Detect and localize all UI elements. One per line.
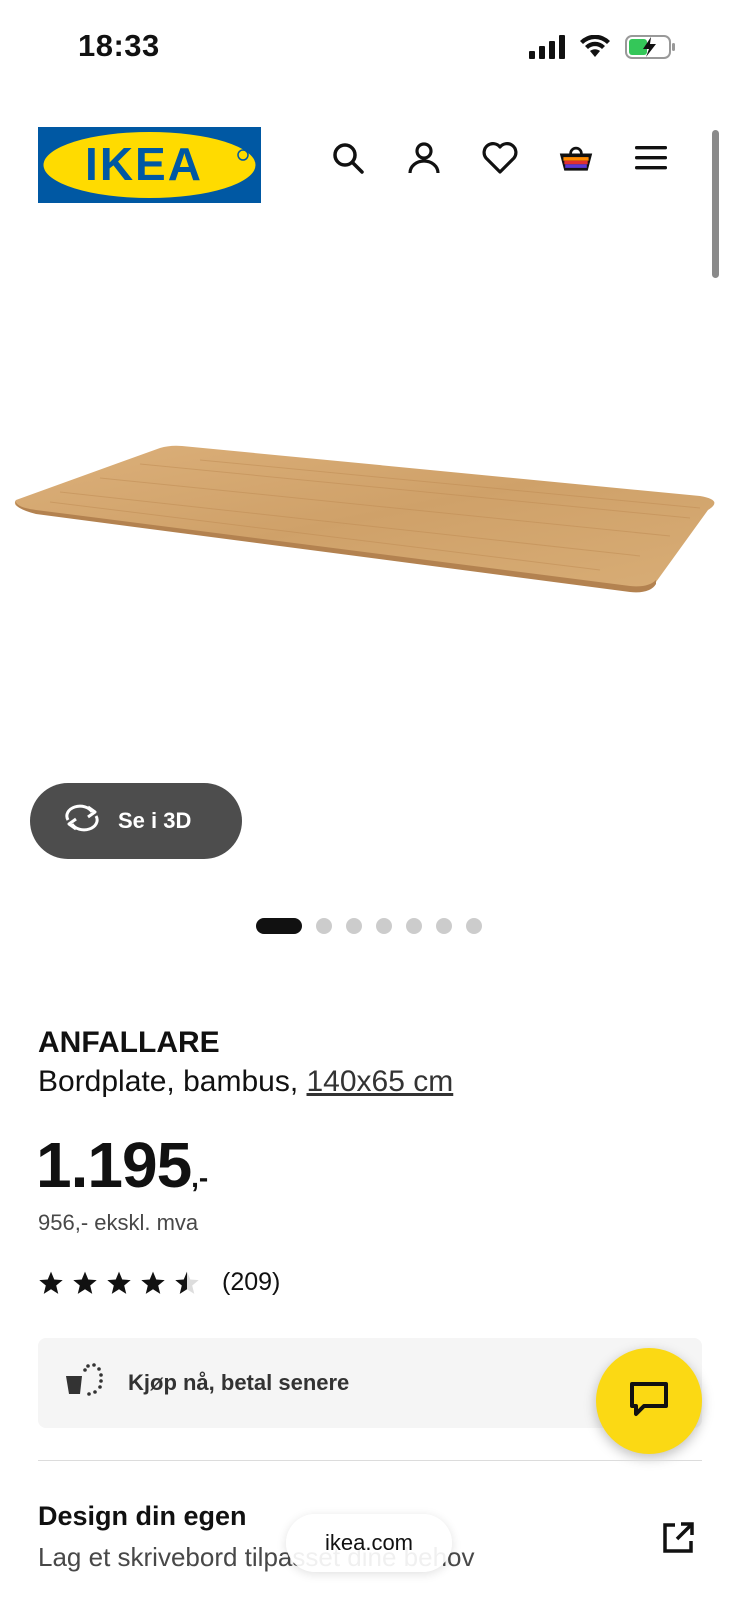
price-amount: 1.195	[36, 1129, 192, 1201]
product-name: ANFALLARE	[38, 1026, 220, 1059]
rotate-3d-icon	[62, 804, 102, 838]
signal-icon	[529, 35, 565, 64]
star-icon	[73, 1271, 97, 1294]
payment-icon	[64, 1362, 104, 1404]
basket-icon[interactable]	[558, 140, 594, 176]
wifi-icon	[579, 34, 611, 64]
page-scrollbar[interactable]	[712, 130, 719, 278]
pay-later-label: Kjøp nå, betal senere	[128, 1370, 350, 1395]
external-link-icon[interactable]	[660, 1520, 696, 1556]
header-nav	[330, 140, 670, 176]
product-size-link[interactable]: 140x65 cm	[307, 1065, 454, 1098]
star-icon	[107, 1271, 131, 1294]
search-icon[interactable]	[330, 140, 366, 176]
chat-button[interactable]	[596, 1348, 702, 1454]
svg-text:IKEA: IKEA	[85, 138, 203, 190]
price-ex-vat: 956,- ekskl. mva	[38, 1210, 199, 1235]
ikea-logo[interactable]: IKEA	[38, 127, 261, 203]
rating-count: (209)	[222, 1268, 281, 1296]
carousel-dot[interactable]	[466, 918, 482, 934]
url-text: ikea.com	[324, 1530, 414, 1555]
carousel-dots	[256, 918, 482, 934]
carousel-dot[interactable]	[346, 918, 362, 934]
status-time: 18:33	[78, 28, 160, 63]
star-icon	[39, 1271, 63, 1294]
product-description: Bordplate, bambus, 140x65 cm	[38, 1065, 453, 1099]
chat-icon	[627, 1379, 671, 1424]
carousel-dot[interactable]	[316, 918, 332, 934]
heart-icon[interactable]	[482, 140, 518, 176]
battery-charging-icon	[625, 34, 677, 65]
view-3d-label: Se i 3D	[118, 808, 192, 833]
account-icon[interactable]	[406, 140, 442, 176]
browser-url-bar[interactable]: ikea.com	[286, 1514, 452, 1572]
product-type: Bordplate, bambus,	[38, 1065, 299, 1098]
carousel-dot[interactable]	[436, 918, 452, 934]
star-icon	[141, 1271, 165, 1294]
carousel-dot[interactable]	[256, 918, 302, 934]
view-3d-button[interactable]: Se i 3D	[30, 783, 242, 859]
section-divider	[38, 1460, 702, 1461]
star-half-icon	[175, 1271, 199, 1294]
product-price: 1.195,-	[36, 1128, 208, 1202]
product-image[interactable]	[0, 430, 739, 600]
status-icons	[529, 34, 677, 65]
product-rating[interactable]: (209)	[38, 1268, 280, 1297]
carousel-dot[interactable]	[406, 918, 422, 934]
design-title[interactable]: Design din egen	[38, 1501, 247, 1532]
price-suffix: ,-	[191, 1162, 209, 1193]
menu-icon[interactable]	[634, 140, 670, 176]
carousel-dot[interactable]	[376, 918, 392, 934]
